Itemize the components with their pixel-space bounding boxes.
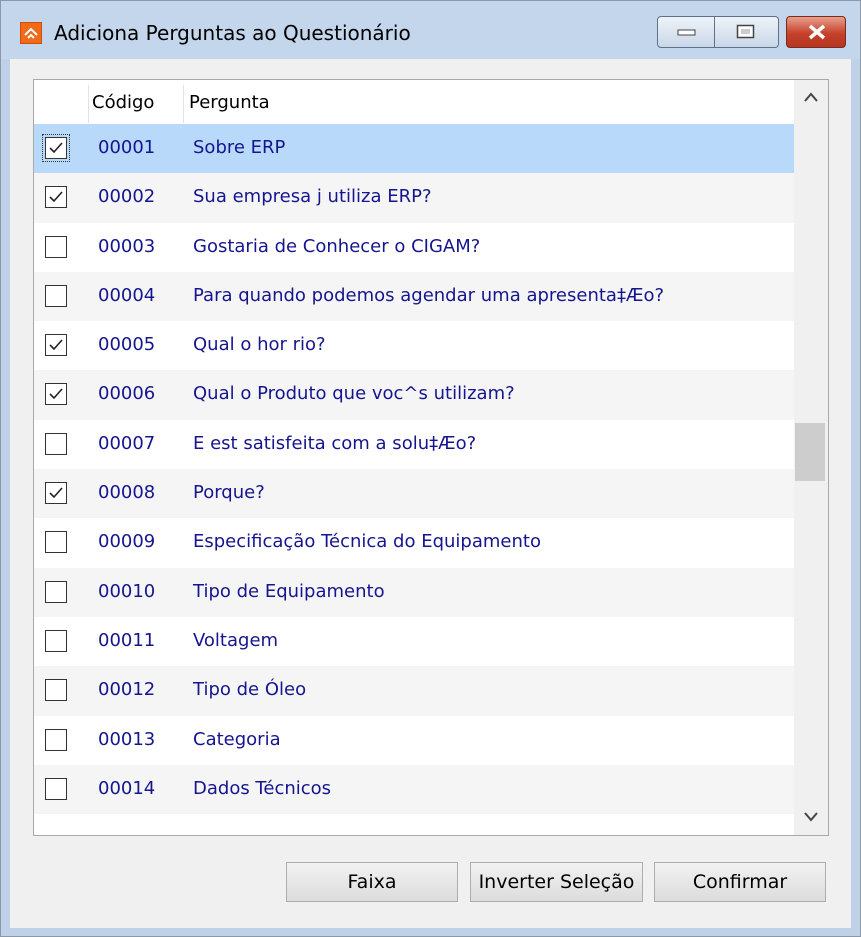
table-row[interactable]: 00006 Qual o Produto que voc^s utilizam? <box>34 370 794 420</box>
row-checkbox[interactable] <box>45 284 67 307</box>
checkmark-icon <box>49 487 63 499</box>
confirm-button[interactable]: Confirmar <box>654 862 826 902</box>
minimize-button[interactable] <box>657 16 715 48</box>
row-code: 00012 <box>98 679 156 701</box>
row-question: Especificação Técnica do Equipamento <box>193 531 541 553</box>
maximize-icon <box>736 24 755 39</box>
row-question: E est satisfeita com a solu‡Æo? <box>193 432 477 454</box>
row-code: 00007 <box>98 432 156 454</box>
row-question: Categoria <box>193 728 281 750</box>
row-checkbox[interactable] <box>42 134 70 162</box>
row-checkbox[interactable] <box>45 679 67 702</box>
row-question: Qual o Produto que voc^s utilizam? <box>193 383 515 405</box>
row-code: 00006 <box>98 383 156 405</box>
table-row[interactable]: 00004 Para quando podemos agendar uma apr… <box>34 271 794 322</box>
row-checkbox[interactable] <box>45 334 67 357</box>
faixa-button[interactable]: Faixa <box>286 862 458 902</box>
row-code: 00010 <box>98 580 156 602</box>
row-code: 00003 <box>98 235 156 257</box>
dialog-body: Código Pergunta 00001 Sobre ERP 00002 Sua e… <box>10 59 851 928</box>
table-row[interactable]: 00005 Qual o hor rio? <box>34 321 794 370</box>
row-checkbox[interactable] <box>45 482 67 505</box>
chevron-down-icon[interactable] <box>803 808 819 827</box>
row-checkbox[interactable] <box>45 235 67 258</box>
row-question: Sobre ERP <box>193 137 286 158</box>
row-checkbox[interactable] <box>45 186 67 209</box>
window-title: Adiciona Perguntas ao Questionário <box>54 21 411 45</box>
table-row[interactable]: 00003 Gostaria de Conhecer o CIGAM? <box>34 223 794 272</box>
row-checkbox[interactable] <box>45 777 67 800</box>
row-code: 00011 <box>98 629 156 651</box>
row-question: Gostaria de Conhecer o CIGAM? <box>193 235 481 257</box>
row-code: 00002 <box>98 186 156 208</box>
table-row[interactable]: 00001 Sobre ERP <box>34 124 794 174</box>
row-question: Para quando podemos agendar uma apresent… <box>193 284 665 306</box>
table-row[interactable]: 00002 Sua empresa j utiliza ERP? <box>34 173 794 223</box>
row-code: 00008 <box>98 482 156 504</box>
row-question: Qual o hor rio? <box>193 334 326 356</box>
questions-grid[interactable]: Código Pergunta 00001 Sobre ERP 00002 Sua e… <box>33 79 829 836</box>
row-code: 00001 <box>98 137 156 158</box>
table-row[interactable]: 00009 Especificação Técnica do Equipament… <box>34 518 794 567</box>
scrollbar-thumb[interactable] <box>795 423 825 481</box>
row-checkbox[interactable] <box>45 383 67 406</box>
maximize-button[interactable] <box>715 16 779 48</box>
header-question[interactable]: Pergunta <box>189 92 270 113</box>
row-code: 00014 <box>98 777 156 799</box>
row-question: Tipo de Óleo <box>193 679 307 701</box>
close-button[interactable] <box>786 16 846 48</box>
table-row[interactable]: 00014 Dados Técnicos <box>34 764 794 815</box>
row-checkbox[interactable] <box>45 432 67 455</box>
app-icon <box>20 22 42 44</box>
close-icon <box>808 24 826 40</box>
table-row[interactable]: 00013 Categoria <box>34 716 794 765</box>
minimize-icon <box>677 29 696 36</box>
row-checkbox[interactable] <box>45 629 67 652</box>
header-separator <box>183 85 184 123</box>
checkmark-icon <box>49 142 63 154</box>
table-row[interactable]: 00012 Tipo de Óleo <box>34 666 794 716</box>
row-code: 00013 <box>98 728 156 750</box>
row-checkbox[interactable] <box>45 580 67 603</box>
table-row[interactable]: 00010 Tipo de Equipamento <box>34 567 794 617</box>
row-question: Sua empresa j utiliza ERP? <box>193 186 432 208</box>
row-code: 00004 <box>98 284 156 306</box>
grid-rows: 00001 Sobre ERP 00002 Sua empresa j utiliza… <box>34 124 794 815</box>
row-question: Voltagem <box>193 629 279 651</box>
dialog-window: Adiciona Perguntas ao Questionário Códig… <box>0 0 861 937</box>
header-separator <box>88 85 89 123</box>
invert-selection-button[interactable]: Inverter Seleção <box>470 862 643 902</box>
header-code[interactable]: Código <box>92 92 154 113</box>
checkmark-icon <box>49 191 63 203</box>
title-bar[interactable]: Adiciona Perguntas ao Questionário <box>1 1 860 59</box>
row-question: Porque? <box>193 482 265 504</box>
table-row[interactable]: 00008 Porque? <box>34 469 794 519</box>
table-row[interactable]: 00011 Voltagem <box>34 617 794 666</box>
grid-header: Código Pergunta <box>34 80 794 124</box>
chevron-up-icon[interactable] <box>803 88 819 107</box>
table-row[interactable]: 00007 E est satisfeita com a solu‡Æo? <box>34 420 794 469</box>
vertical-scrollbar[interactable] <box>794 80 828 835</box>
checkmark-icon <box>49 339 63 351</box>
row-question: Tipo de Equipamento <box>193 580 385 602</box>
row-checkbox[interactable] <box>45 531 67 554</box>
row-code: 00009 <box>98 531 156 553</box>
checkmark-icon <box>49 388 63 400</box>
row-checkbox[interactable] <box>45 728 67 751</box>
row-code: 00005 <box>98 334 156 356</box>
row-question: Dados Técnicos <box>193 777 332 799</box>
